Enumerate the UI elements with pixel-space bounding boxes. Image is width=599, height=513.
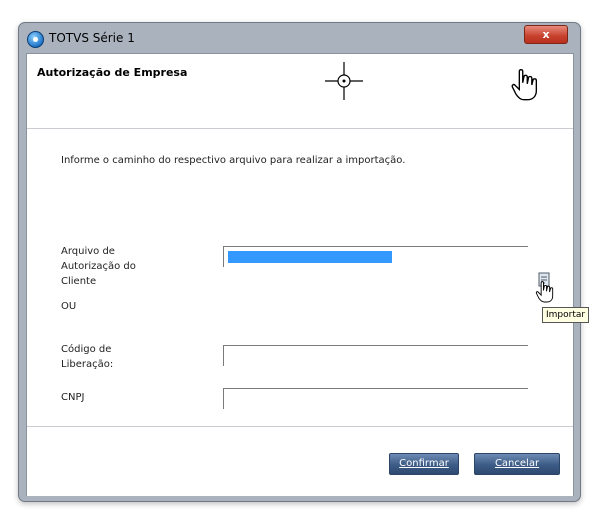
cancel-button[interactable]: Cancelar (474, 453, 560, 475)
cnpj-label: CNPJ (61, 392, 85, 403)
body-panel: Informe o caminho do respectivo arquivo … (27, 129, 573, 425)
dialog-client-area: Autorização de Empresa Informe o caminho… (26, 53, 574, 496)
file-path-field[interactable] (223, 246, 528, 267)
dialog-window: TOTVS Série 1 x Autorização de Empresa I… (18, 22, 581, 502)
crosshair-cursor-icon (325, 62, 363, 100)
import-tooltip: Importar (542, 307, 590, 323)
hand-pointer-cursor-small-icon (535, 281, 554, 303)
header-panel: Autorização de Empresa (27, 54, 573, 129)
or-label: OU (61, 301, 77, 312)
close-button[interactable]: x (524, 25, 568, 44)
file-label: Arquivo de Autorização do Cliente (61, 246, 136, 287)
confirm-button[interactable]: Confirmar (389, 453, 459, 475)
instruction-text: Informe o caminho do respectivo arquivo … (61, 155, 406, 166)
app-icon (27, 31, 44, 48)
cnpj-field[interactable] (223, 388, 528, 409)
hand-pointer-cursor-icon (511, 69, 538, 101)
page-title: Autorização de Empresa (37, 66, 188, 79)
window-title: TOTVS Série 1 (49, 31, 135, 45)
title-bar: TOTVS Série 1 x (19, 23, 580, 53)
footer-panel: Confirmar Cancelar (27, 426, 573, 496)
release-code-label: Código de Liberação: (61, 344, 114, 370)
release-code-field[interactable] (223, 345, 528, 366)
text-selection-highlight (228, 251, 392, 263)
